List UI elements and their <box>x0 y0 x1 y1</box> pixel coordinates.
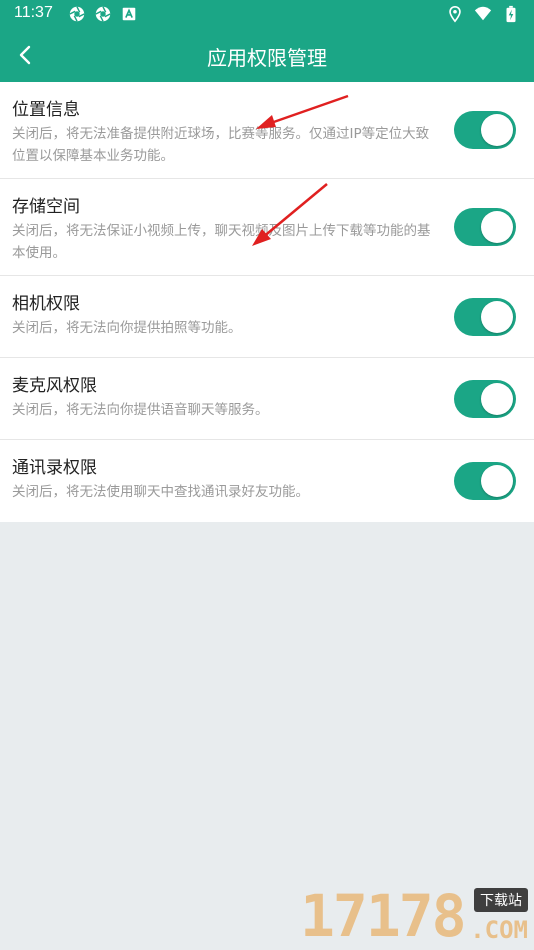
wifi-icon <box>474 6 492 21</box>
permission-item-location: 位置信息 关闭后，将无法准备提供附近球场，比赛等服务。仅通过IP等定位大致位置以… <box>0 82 534 179</box>
toggle-knob <box>481 211 513 243</box>
permission-title: 位置信息 <box>12 100 80 120</box>
permission-title: 存储空间 <box>12 197 80 217</box>
permission-title: 麦克风权限 <box>12 376 97 396</box>
camera-toggle[interactable] <box>454 298 516 336</box>
permission-item-microphone: 麦克风权限 关闭后，将无法向你提供语音聊天等服务。 <box>0 358 534 440</box>
permission-title: 通讯录权限 <box>12 458 97 478</box>
status-left-icons <box>68 5 138 23</box>
status-time: 11:37 <box>14 4 53 21</box>
permission-description: 关闭后，将无法向你提供语音聊天等服务。 <box>12 402 269 418</box>
site-watermark: 17178 下载站 .COM <box>300 886 528 946</box>
status-right-icons <box>446 5 520 23</box>
contacts-toggle[interactable] <box>454 462 516 500</box>
watermark-digits: 17178 <box>300 882 467 950</box>
status-bar: 11:37 <box>0 0 534 28</box>
watermark-badge: 下载站 <box>474 888 528 912</box>
permission-description: 关闭后，将无法向你提供拍照等功能。 <box>12 320 242 336</box>
permission-list: 位置信息 关闭后，将无法准备提供附近球场，比赛等服务。仅通过IP等定位大致位置以… <box>0 82 534 522</box>
battery-charging-icon <box>506 5 516 23</box>
location-toggle[interactable] <box>454 111 516 149</box>
notification-a-icon <box>122 7 136 21</box>
permission-description: 关闭后，将无法准备提供附近球场，比赛等服务。仅通过IP等定位大致位置以保障基本业… <box>12 126 430 164</box>
location-icon <box>449 5 461 23</box>
page-title: 应用权限管理 <box>207 46 327 70</box>
app-bar: 应用权限管理 <box>0 28 534 82</box>
toggle-knob <box>481 465 513 497</box>
permission-item-storage: 存储空间 关闭后，将无法保证小视频上传，聊天视频及图片上传下载等功能的基本使用。 <box>0 179 534 276</box>
toggle-knob <box>481 301 513 333</box>
watermark-suffix: .COM <box>470 916 528 944</box>
aperture-icon <box>69 6 85 22</box>
permission-item-contacts: 通讯录权限 关闭后，将无法使用聊天中查找通讯录好友功能。 <box>0 440 534 522</box>
permission-item-camera: 相机权限 关闭后，将无法向你提供拍照等功能。 <box>0 276 534 358</box>
microphone-toggle[interactable] <box>454 380 516 418</box>
permission-description: 关闭后，将无法使用聊天中查找通讯录好友功能。 <box>12 484 309 500</box>
permission-title: 相机权限 <box>12 294 80 314</box>
aperture-icon <box>95 6 111 22</box>
toggle-knob <box>481 383 513 415</box>
toggle-knob <box>481 114 513 146</box>
storage-toggle[interactable] <box>454 208 516 246</box>
permission-description: 关闭后，将无法保证小视频上传，聊天视频及图片上传下载等功能的基本使用。 <box>12 223 431 261</box>
